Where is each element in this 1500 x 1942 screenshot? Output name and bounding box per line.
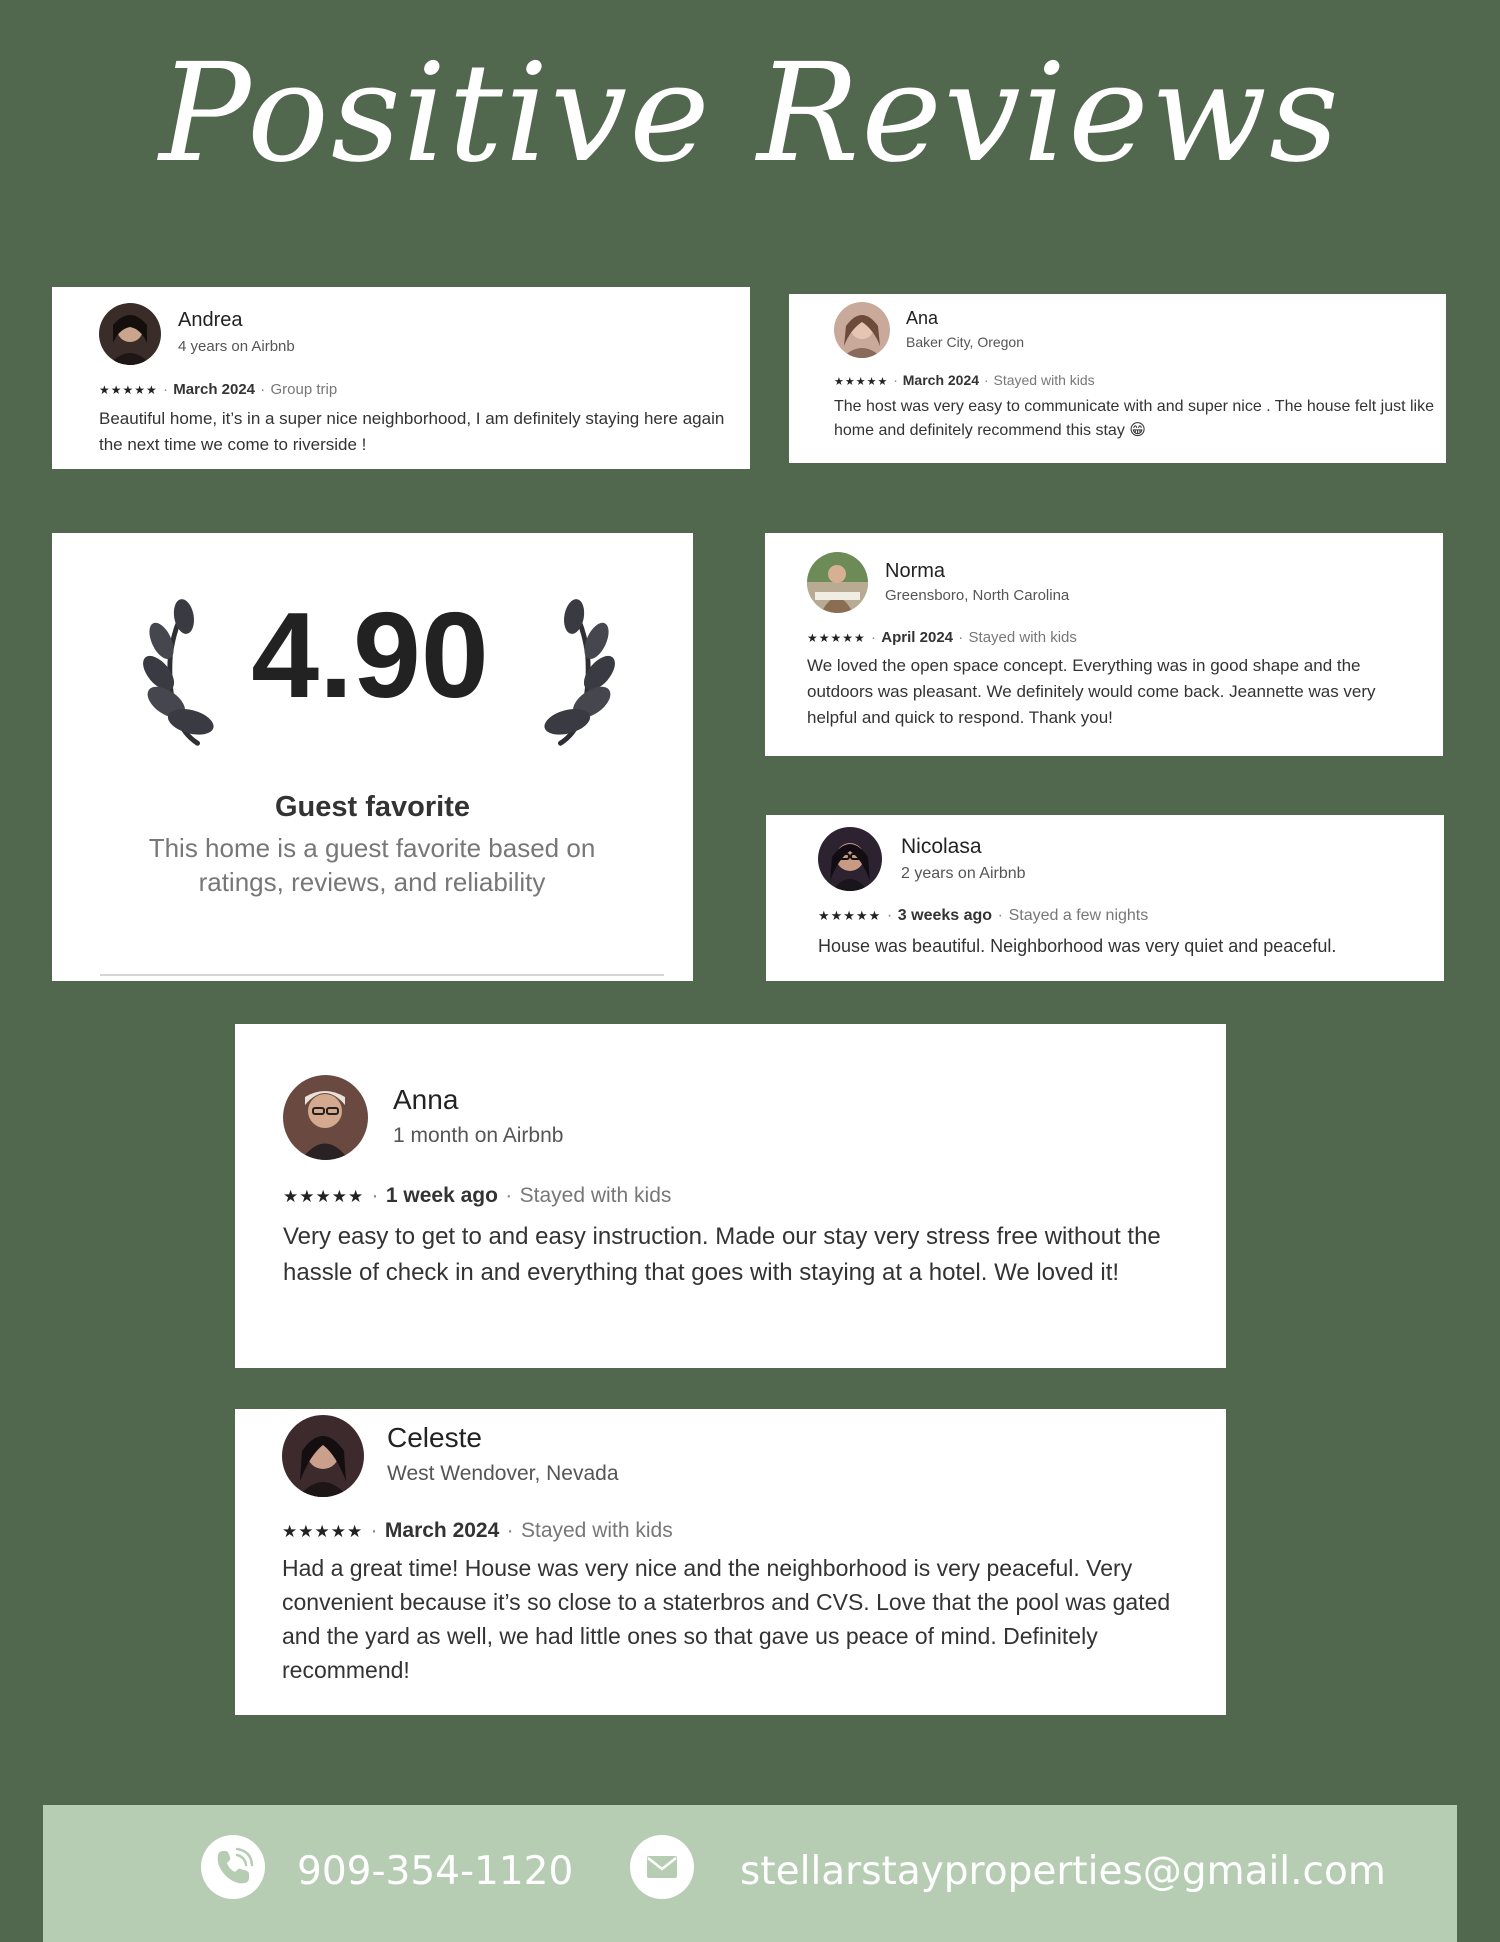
review-meta: ★★★★★ · April 2024 · Stayed with kids bbox=[807, 629, 1077, 646]
divider bbox=[100, 974, 664, 976]
review-text: We loved the open space concept. Everyth… bbox=[807, 656, 1376, 727]
trip-type: Stayed with kids bbox=[520, 1519, 673, 1542]
trip-type: Stayed a few nights bbox=[1008, 907, 1149, 924]
reviewer-name: Nicolasa bbox=[901, 835, 982, 858]
star-rating: ★★★★★ bbox=[283, 1187, 365, 1206]
reviewer-subtitle: 1 month on Airbnb bbox=[393, 1124, 564, 1147]
contact-footer: 909-354-1120 stellarstayproperties@gmail… bbox=[43, 1805, 1457, 1942]
reviewer-name: Andrea bbox=[178, 309, 243, 331]
review-card-anna: Anna 1 month on Airbnb ★★★★★ · 1 week ago ·… bbox=[235, 1024, 1226, 1368]
avatar bbox=[818, 827, 882, 891]
trip-type: Group trip bbox=[270, 381, 338, 398]
guest-favorite-title: Guest favorite bbox=[275, 791, 470, 823]
reviewer-name: Norma bbox=[885, 560, 946, 582]
reviewer-name: Celeste bbox=[387, 1422, 482, 1453]
review-card-andrea: Andrea 4 years on Airbnb ★★★★★ · March 202… bbox=[52, 287, 750, 469]
reviewer-subtitle: Greensboro, North Carolina bbox=[885, 587, 1070, 604]
reviewer-name: Anna bbox=[393, 1084, 459, 1115]
avatar bbox=[99, 303, 161, 365]
guest-favorite-description: This home is a guest favorite based on r… bbox=[148, 833, 596, 897]
phone-number[interactable]: 909-354-1120 bbox=[297, 1849, 573, 1894]
review-meta: ★★★★★ · 1 week ago · Stayed with kids bbox=[283, 1184, 672, 1207]
review-date: March 2024 bbox=[173, 381, 256, 398]
trip-type: Stayed with kids bbox=[519, 1184, 672, 1207]
review-date: March 2024 bbox=[384, 1519, 500, 1542]
review-meta: ★★★★★ · March 2024 · Stayed with kids bbox=[834, 372, 1095, 388]
review-meta: ★★★★★ · March 2024 · Group trip bbox=[99, 381, 338, 398]
email-address[interactable]: stellarstayproperties@gmail.com bbox=[740, 1849, 1386, 1894]
avatar bbox=[807, 552, 868, 613]
review-card-norma: Norma Greensboro, North Carolina ★★★★★ · A… bbox=[765, 533, 1443, 756]
review-card-celeste: Celeste West Wendover, Nevada ★★★★★ · Marc… bbox=[235, 1409, 1226, 1715]
review-text: Very easy to get to and easy instruction… bbox=[283, 1223, 1161, 1286]
reviewer-subtitle: 2 years on Airbnb bbox=[901, 865, 1026, 882]
review-text: House was beautiful. Neighborhood was ve… bbox=[818, 936, 1337, 956]
review-date: 1 week ago bbox=[385, 1184, 498, 1207]
review-meta: ★★★★★ · March 2024 · Stayed with kids bbox=[282, 1519, 673, 1542]
overall-rating: 4.90 bbox=[251, 587, 489, 723]
reviewer-subtitle: 4 years on Airbnb bbox=[178, 338, 295, 355]
star-rating: ★★★★★ bbox=[807, 631, 866, 645]
avatar bbox=[834, 302, 890, 358]
star-rating: ★★★★★ bbox=[834, 376, 889, 388]
review-date: April 2024 bbox=[881, 629, 954, 646]
avatar bbox=[282, 1415, 364, 1497]
review-date: 3 weeks ago bbox=[897, 907, 993, 924]
page-title: Positive Reviews bbox=[159, 35, 1341, 193]
trip-type: Stayed with kids bbox=[968, 629, 1077, 646]
laurel-left-icon bbox=[143, 599, 214, 746]
review-text: Had a great time! House was very nice an… bbox=[282, 1555, 1171, 1683]
review-card-nicolasa: Nicolasa 2 years on Airbnb ★★★★★ · 3 weeks… bbox=[766, 815, 1444, 981]
reviewer-name: Ana bbox=[906, 308, 939, 328]
review-text: The host was very easy to communicate wi… bbox=[834, 398, 1434, 439]
laurel-right-icon bbox=[544, 599, 615, 746]
review-card-ana: Ana Baker City, Oregon ★★★★★ · March 2024 ·… bbox=[789, 294, 1446, 463]
trip-type: Stayed with kids bbox=[993, 372, 1095, 388]
review-meta: ★★★★★ · 3 weeks ago · Stayed a few nights bbox=[818, 907, 1149, 924]
reviewer-subtitle: West Wendover, Nevada bbox=[387, 1462, 619, 1485]
phone-icon[interactable] bbox=[201, 1835, 265, 1899]
envelope-icon[interactable] bbox=[630, 1835, 694, 1899]
reviewer-subtitle: Baker City, Oregon bbox=[906, 334, 1025, 350]
star-rating: ★★★★★ bbox=[99, 383, 158, 397]
star-rating: ★★★★★ bbox=[818, 908, 882, 923]
review-text: Beautiful home, it’s in a super nice nei… bbox=[99, 409, 725, 454]
star-rating: ★★★★★ bbox=[282, 1522, 364, 1541]
avatar bbox=[283, 1075, 368, 1160]
guest-favorite-card: 4.90 Guest favorite This home is a guest… bbox=[52, 533, 693, 981]
review-date: March 2024 bbox=[902, 372, 980, 388]
